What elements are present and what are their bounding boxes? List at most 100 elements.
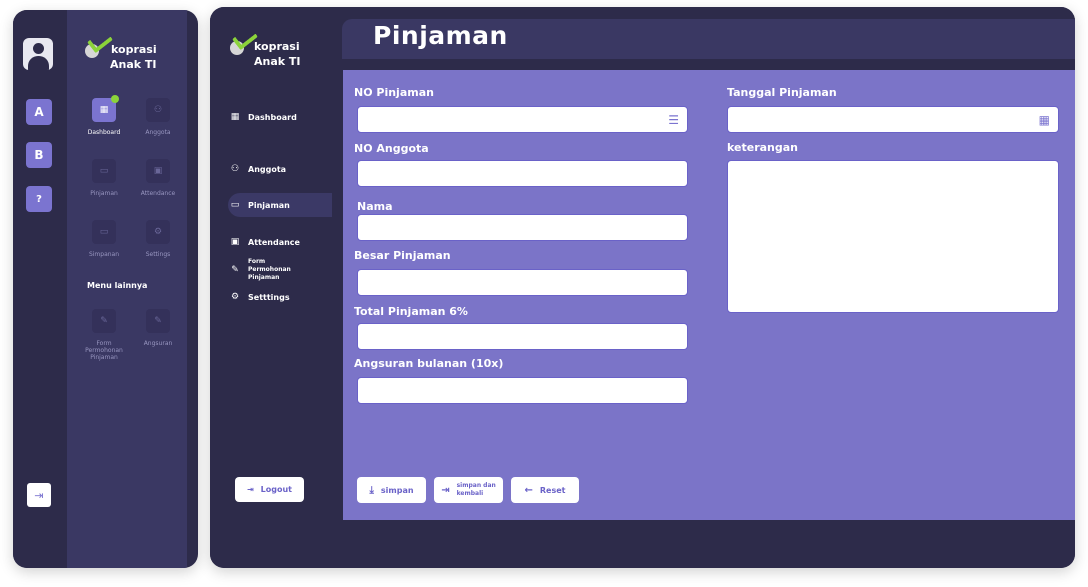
exit-icon: ⇥ (441, 484, 450, 496)
grid-label: Settings (145, 251, 171, 258)
keterangan-field[interactable] (727, 160, 1059, 313)
logout-label: Logout (260, 485, 293, 494)
nama-field[interactable] (357, 214, 688, 241)
grid-label: Angsuran (143, 340, 173, 347)
gear-icon: ⚙ (230, 292, 240, 302)
avatar-body (28, 56, 49, 70)
dashboard-icon: ▦ (230, 112, 240, 122)
mobile-preview-panel: A B ? ⇥ koprasi Anak TI ▦ Dashboard ⚇ An… (13, 10, 198, 568)
help-icon[interactable]: ? (26, 186, 52, 212)
sidebar-item-pinjaman[interactable]: ▭ Pinjaman (228, 193, 332, 217)
logo-icon (85, 28, 113, 58)
grid-label: Attendance (140, 190, 176, 197)
calendar-icon: ▣ (146, 159, 170, 183)
gear-icon: ⚙ (146, 220, 170, 244)
simpan-button[interactable]: ⤓ simpan (357, 477, 426, 503)
avatar-head (33, 43, 44, 54)
grid-label: Dashboard (87, 129, 121, 136)
angsuran-input[interactable] (358, 378, 687, 403)
icon-rail: A B ? ⇥ (13, 10, 67, 568)
preview-menu: koprasi Anak TI ▦ Dashboard ⚇ Anggota ▭ … (67, 10, 187, 568)
main-content: Pinjaman NO Pinjaman ☰ NO Anggota Nama B… (332, 7, 1075, 568)
sidebar-item-label: Dashboard (248, 112, 297, 122)
angsuran-field[interactable] (357, 377, 688, 404)
calendar-icon[interactable]: ▦ (1039, 113, 1050, 127)
dashboard-icon: ▦ (92, 95, 119, 122)
users-icon: ⚇ (146, 98, 170, 122)
logo-icon (230, 25, 258, 55)
sidebar: koprasi Anak TI ▦ Dashboard ⚇ Anggota ▭ … (210, 7, 332, 568)
grid-item-pinjaman[interactable]: ▭ Pinjaman (82, 159, 126, 197)
menu-lainnya-heading: Menu lainnya (87, 281, 148, 290)
grid-label: Anggota (145, 129, 171, 136)
sidebar-item-settings[interactable]: ⚙ Setttings (228, 285, 332, 309)
tanggal-label: Tanggal Pinjaman (727, 86, 837, 99)
tanggal-field[interactable]: ▦ (727, 106, 1059, 133)
nama-label: Nama (357, 200, 393, 213)
grid-item-anggota[interactable]: ⚇ Anggota (136, 98, 180, 136)
grid-item-simpanan[interactable]: ▭ Simpanan (82, 220, 126, 258)
form-icon: ✎ (231, 265, 239, 275)
grid-item-form-permohonan[interactable]: ✎ Form Permohonan Pinjaman (82, 309, 126, 361)
users-icon: ⚇ (230, 164, 240, 174)
grid-label: Form Permohonan Pinjaman (85, 340, 123, 361)
grid-item-dashboard[interactable]: ▦ Dashboard (82, 95, 126, 136)
grid-label: Simpanan (88, 251, 120, 258)
logout-button[interactable]: ⇥ Logout (235, 477, 304, 502)
savings-icon: ▭ (92, 220, 116, 244)
calendar-icon: ▣ (230, 237, 240, 247)
total-pinjaman-input[interactable] (358, 324, 687, 349)
total-pinjaman-label: Total Pinjaman 6% (354, 305, 468, 318)
reset-label: Reset (539, 485, 566, 495)
sidebar-item-form-permohonan[interactable]: ✎ Form Permohonan Pinjaman (228, 258, 318, 282)
logout-icon: ⇥ (246, 485, 254, 494)
no-anggota-label: NO Anggota (354, 142, 429, 155)
app-window: koprasi Anak TI ▦ Dashboard ⚇ Anggota ▭ … (210, 7, 1075, 568)
no-pinjaman-label: NO Pinjaman (354, 86, 434, 99)
download-icon: ⤓ (369, 484, 374, 496)
sidebar-item-anggota[interactable]: ⚇ Anggota (228, 157, 332, 181)
simpan-kembali-label: simpan dan kembali (457, 482, 496, 498)
keterangan-textarea[interactable] (728, 161, 1058, 312)
reset-button[interactable]: ← Reset (511, 477, 579, 503)
form-icon: ✎ (146, 309, 170, 333)
brand-line2: Anak TI (110, 58, 157, 71)
no-pinjaman-input[interactable] (358, 107, 687, 132)
grid-item-settings[interactable]: ⚙ Settings (136, 220, 180, 258)
page-title: Pinjaman (373, 21, 508, 50)
no-anggota-input[interactable] (358, 161, 687, 186)
sidebar-item-label: Pinjaman (248, 200, 290, 210)
sidebar-item-attendance[interactable]: ▣ Attendance (228, 230, 332, 254)
no-pinjaman-field[interactable]: ☰ (357, 106, 688, 133)
besar-pinjaman-field[interactable] (357, 269, 688, 296)
nama-input[interactable] (358, 215, 687, 240)
no-anggota-field[interactable] (357, 160, 688, 187)
money-icon: ▭ (92, 159, 116, 183)
brand-line1: koprasi (254, 40, 300, 53)
simpan-kembali-line1: simpan dan (456, 482, 496, 489)
grid-item-attendance[interactable]: ▣ Attendance (136, 159, 180, 197)
sidebar-item-label: Form Permohonan Pinjaman (248, 258, 291, 281)
brand-logo: koprasi Anak TI (85, 28, 157, 72)
besar-pinjaman-input[interactable] (358, 270, 687, 295)
tanggal-input[interactable] (728, 107, 1058, 132)
brand-logo: koprasi Anak TI (230, 25, 301, 69)
arrow-left-icon: ← (524, 484, 533, 496)
sidebar-item-label: Setttings (248, 292, 290, 302)
workspace-a-button[interactable]: A (26, 99, 52, 125)
pinjaman-form: NO Pinjaman ☰ NO Anggota Nama Besar Pinj… (343, 70, 1075, 520)
money-icon: ▭ (230, 200, 240, 210)
total-pinjaman-field[interactable] (357, 323, 688, 350)
avatar[interactable] (23, 38, 53, 70)
list-icon[interactable]: ☰ (668, 113, 679, 127)
logout-icon[interactable]: ⇥ (27, 483, 51, 507)
sidebar-item-dashboard[interactable]: ▦ Dashboard (228, 105, 332, 129)
simpan-kembali-button[interactable]: ⇥ simpan dan kembali (434, 477, 503, 503)
form-icon: ✎ (92, 309, 116, 333)
grid-item-angsuran[interactable]: ✎ Angsuran (136, 309, 180, 347)
grid-label: Pinjaman (90, 190, 118, 197)
workspace-b-button[interactable]: B (26, 142, 52, 168)
simpan-label: simpan (380, 485, 414, 495)
brand-line1: koprasi (111, 43, 157, 56)
stage: A B ? ⇥ koprasi Anak TI ▦ Dashboard ⚇ An… (0, 0, 1088, 587)
